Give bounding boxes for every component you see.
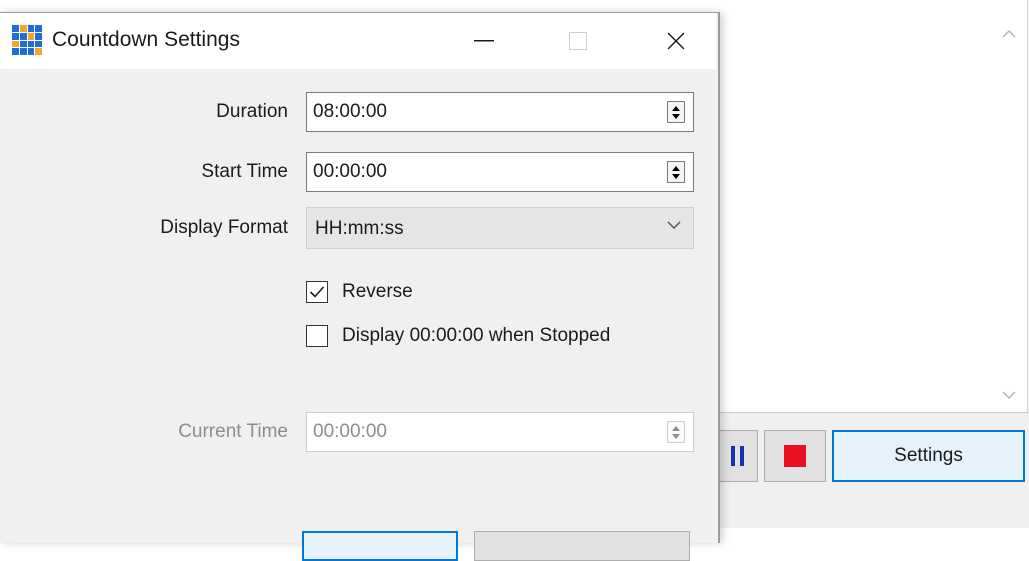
start-time-spinner[interactable]	[667, 161, 685, 183]
current-time-field	[306, 412, 694, 452]
reverse-label: Reverse	[342, 281, 413, 302]
start-time-field	[306, 152, 694, 192]
title-bar[interactable]: Countdown Settings	[0, 13, 716, 69]
ok-button[interactable]	[302, 531, 458, 561]
dialog-title: Countdown Settings	[52, 28, 240, 51]
settings-button[interactable]: Settings	[832, 430, 1025, 482]
start-time-label: Start Time	[201, 161, 288, 182]
spin-up-icon[interactable]	[672, 165, 680, 171]
start-time-input[interactable]	[307, 153, 653, 191]
main-list-area[interactable]	[700, 0, 1028, 413]
display-format-label: Display Format	[160, 217, 288, 238]
current-time-spinner	[667, 421, 685, 443]
display-zero-checkbox[interactable]	[306, 325, 328, 347]
chevron-down-icon	[667, 218, 681, 237]
spin-down-icon	[672, 433, 680, 439]
spin-down-icon[interactable]	[672, 173, 680, 179]
display-format-value: HH:mm:ss	[315, 218, 404, 239]
display-zero-label: Display 00:00:00 when Stopped	[342, 325, 611, 346]
minimize-icon	[474, 40, 494, 42]
current-time-input	[307, 413, 653, 451]
spin-up-icon	[672, 425, 680, 431]
maximize-icon	[569, 32, 587, 50]
minimize-button[interactable]	[454, 13, 514, 69]
spin-up-icon[interactable]	[672, 105, 680, 111]
reverse-option[interactable]: Reverse	[306, 281, 413, 303]
close-button[interactable]	[646, 13, 706, 69]
stop-icon	[784, 445, 806, 467]
app-grid-icon	[12, 25, 42, 55]
close-icon	[667, 32, 685, 50]
spin-down-icon[interactable]	[672, 113, 680, 119]
duration-label: Duration	[216, 101, 288, 122]
duration-field	[306, 92, 694, 132]
current-time-label: Current Time	[178, 421, 288, 442]
checkmark-icon	[309, 286, 325, 298]
reverse-checkbox[interactable]	[306, 281, 328, 303]
scroll-up-icon[interactable]	[994, 18, 1024, 48]
countdown-settings-dialog: Countdown Settings Duration Start Time D…	[0, 12, 720, 561]
cancel-button[interactable]	[474, 531, 690, 561]
duration-input[interactable]	[307, 93, 653, 131]
stop-button[interactable]	[764, 430, 826, 482]
maximize-button	[548, 13, 608, 69]
display-zero-option[interactable]: Display 00:00:00 when Stopped	[306, 325, 610, 347]
duration-spinner[interactable]	[667, 101, 685, 123]
scroll-down-icon[interactable]	[994, 380, 1024, 410]
vertical-scrollbar[interactable]	[994, 12, 1024, 410]
pause-icon	[730, 446, 744, 466]
display-format-select[interactable]: HH:mm:ss	[306, 207, 694, 249]
